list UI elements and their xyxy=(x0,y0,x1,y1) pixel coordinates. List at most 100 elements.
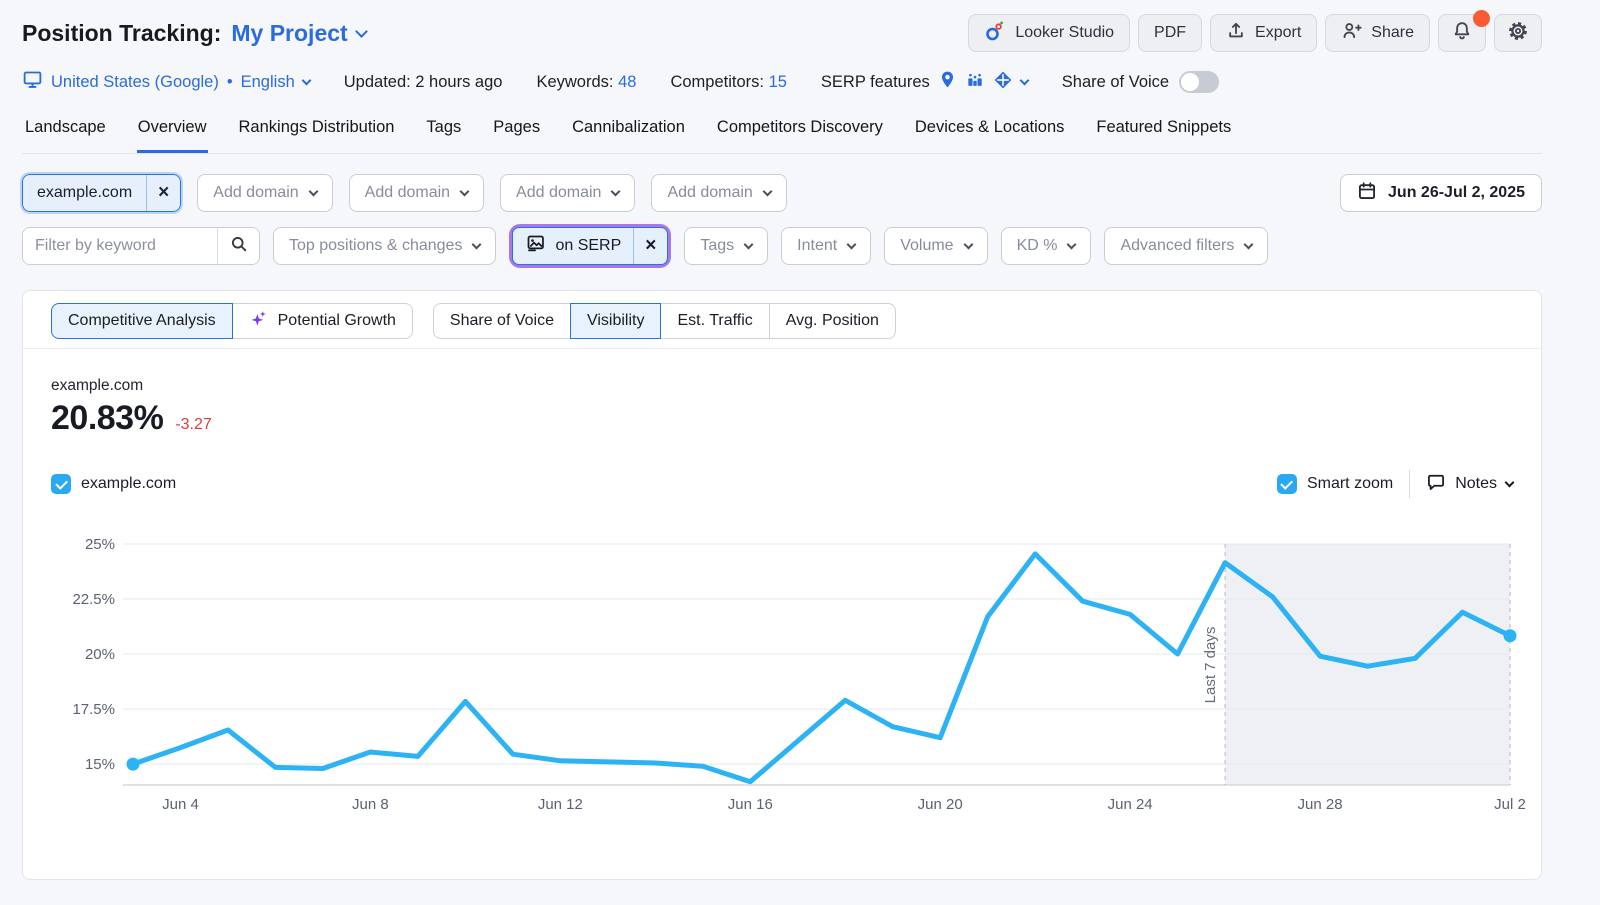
tab-rankings-distribution[interactable]: Rankings Distribution xyxy=(238,114,396,153)
bell-icon xyxy=(1451,20,1473,47)
monitor-icon xyxy=(22,69,43,95)
competitive-analysis-button[interactable]: Competitive Analysis xyxy=(51,303,233,339)
add-domain-dropdown-2[interactable]: Add domain xyxy=(349,174,484,212)
keyword-filter-group xyxy=(22,227,260,265)
notes-dropdown[interactable]: Notes xyxy=(1426,472,1513,497)
domain-chip[interactable]: example.com × xyxy=(22,174,181,212)
domain-checkbox[interactable] xyxy=(51,474,71,494)
keyword-filter-row: Top positions & changes on SERP xyxy=(22,224,1542,268)
tab-visibility[interactable]: Visibility xyxy=(570,303,662,339)
updated-label: Updated: 2 hours ago xyxy=(344,73,503,92)
visibility-change: -3.27 xyxy=(175,416,211,434)
svg-text:15%: 15% xyxy=(85,756,115,773)
tab-featured-snippets[interactable]: Featured Snippets xyxy=(1095,114,1232,153)
visibility-value: 20.83% xyxy=(51,399,163,438)
tab-devices-locations[interactable]: Devices & Locations xyxy=(914,114,1066,153)
tab-cannibalization[interactable]: Cannibalization xyxy=(571,114,686,153)
top-positions-dropdown[interactable]: Top positions & changes xyxy=(273,227,496,265)
export-button[interactable]: Export xyxy=(1210,14,1317,52)
top-bar: Position Tracking: My Project Looker Stu… xyxy=(22,10,1542,56)
location-language-selector[interactable]: United States (Google) • English xyxy=(22,69,310,95)
tab-overview[interactable]: Overview xyxy=(137,114,208,153)
chevron-down-icon xyxy=(1244,239,1254,249)
chart-controls-row: example.com Smart zoom Notes xyxy=(23,470,1541,498)
bullet: • xyxy=(227,73,233,92)
chevron-down-icon xyxy=(847,239,857,249)
add-domain-dropdown-3[interactable]: Add domain xyxy=(500,174,635,212)
export-icon xyxy=(1226,21,1246,46)
svg-text:Jun 24: Jun 24 xyxy=(1108,796,1153,813)
project-selector[interactable]: My Project xyxy=(231,20,365,47)
position-tracking-page: Position Tracking: My Project Looker Stu… xyxy=(0,0,1600,880)
share-of-voice-toggle[interactable] xyxy=(1179,71,1219,93)
svg-text:22.5%: 22.5% xyxy=(72,591,115,608)
close-icon[interactable]: × xyxy=(634,235,667,257)
visibility-chart: 25%22.5%20%17.5%15%Last 7 daysJun 4Jun 8… xyxy=(23,522,1541,827)
reviews-icon xyxy=(993,70,1013,95)
tab-tags[interactable]: Tags xyxy=(425,114,462,153)
chevron-down-icon xyxy=(355,25,368,38)
looker-studio-button[interactable]: Looker Studio xyxy=(968,14,1130,52)
keyword-filter-input[interactable] xyxy=(23,228,217,264)
tab-competitors-discovery[interactable]: Competitors Discovery xyxy=(716,114,884,153)
looker-icon xyxy=(984,20,1006,47)
keywords-stat: Keywords: 48 xyxy=(536,73,636,92)
image-icon xyxy=(525,233,546,259)
potential-growth-button[interactable]: Potential Growth xyxy=(232,303,413,339)
tags-dropdown[interactable]: Tags xyxy=(684,227,768,265)
smart-zoom-control[interactable]: Smart zoom xyxy=(1277,474,1393,494)
share-button[interactable]: Share xyxy=(1325,14,1430,52)
svg-text:20%: 20% xyxy=(85,646,115,663)
notifications-button[interactable] xyxy=(1438,14,1486,52)
legend-example-com[interactable]: example.com xyxy=(51,474,176,494)
chevron-down-icon xyxy=(744,239,754,249)
chevron-down-icon xyxy=(1019,75,1029,85)
smart-zoom-checkbox[interactable] xyxy=(1277,474,1297,494)
close-icon[interactable]: × xyxy=(147,182,180,204)
svg-text:Last 7 days: Last 7 days xyxy=(1202,627,1219,704)
metric-domain-label: example.com xyxy=(51,377,1513,395)
svg-text:Jun 20: Jun 20 xyxy=(918,796,963,813)
svg-text:Jul 2: Jul 2 xyxy=(1494,796,1526,813)
chevron-down-icon xyxy=(1067,239,1077,249)
keywords-count-link[interactable]: 48 xyxy=(618,73,636,91)
add-domain-dropdown-4[interactable]: Add domain xyxy=(651,174,786,212)
date-range-picker[interactable]: Jun 26-Jul 2, 2025 xyxy=(1340,174,1542,212)
chevron-down-icon xyxy=(762,186,772,196)
sparkle-icon xyxy=(249,309,269,334)
chevron-down-icon xyxy=(460,186,470,196)
settings-button[interactable] xyxy=(1494,14,1542,52)
serp-features-selector[interactable]: SERP features xyxy=(821,70,1028,95)
intent-dropdown[interactable]: Intent xyxy=(781,227,871,265)
svg-text:Jun 8: Jun 8 xyxy=(352,796,389,813)
tab-share-of-voice[interactable]: Share of Voice xyxy=(433,303,571,339)
tab-landscape[interactable]: Landscape xyxy=(24,114,107,153)
competitors-count-link[interactable]: 15 xyxy=(769,73,787,91)
volume-dropdown[interactable]: Volume xyxy=(884,227,987,265)
tab-avg-position[interactable]: Avg. Position xyxy=(769,303,896,339)
notification-dot xyxy=(1473,10,1490,27)
chevron-down-icon xyxy=(963,239,973,249)
metric-tabs-group: Share of Voice Visibility Est. Traffic A… xyxy=(433,303,896,339)
chevron-down-icon xyxy=(472,239,482,249)
pdf-button[interactable]: PDF xyxy=(1138,14,1202,52)
analysis-mode-row: Competitive Analysis Potential Growth Sh… xyxy=(23,291,1541,339)
svg-text:Jun 16: Jun 16 xyxy=(728,796,773,813)
svg-text:17.5%: 17.5% xyxy=(72,701,115,718)
chevron-down-icon xyxy=(1505,477,1515,487)
kd-dropdown[interactable]: KD % xyxy=(1001,227,1092,265)
language-label: English xyxy=(241,73,295,92)
add-domain-dropdown-1[interactable]: Add domain xyxy=(197,174,332,212)
notes-icon xyxy=(1426,472,1446,497)
tab-pages[interactable]: Pages xyxy=(492,114,541,153)
main-tabs: Landscape Overview Rankings Distribution… xyxy=(22,114,1542,154)
gear-icon xyxy=(1507,20,1529,47)
project-meta-row: United States (Google) • English Updated… xyxy=(22,68,1542,96)
page-title: Position Tracking: xyxy=(22,20,221,47)
tab-est-traffic[interactable]: Est. Traffic xyxy=(660,303,769,339)
advanced-filters-dropdown[interactable]: Advanced filters xyxy=(1104,227,1268,265)
on-serp-filter-chip[interactable]: on SERP × xyxy=(512,227,668,265)
calendar-icon xyxy=(1357,181,1377,206)
visibility-line-chart[interactable]: 25%22.5%20%17.5%15%Last 7 daysJun 4Jun 8… xyxy=(23,522,1541,822)
search-button[interactable] xyxy=(217,228,259,264)
